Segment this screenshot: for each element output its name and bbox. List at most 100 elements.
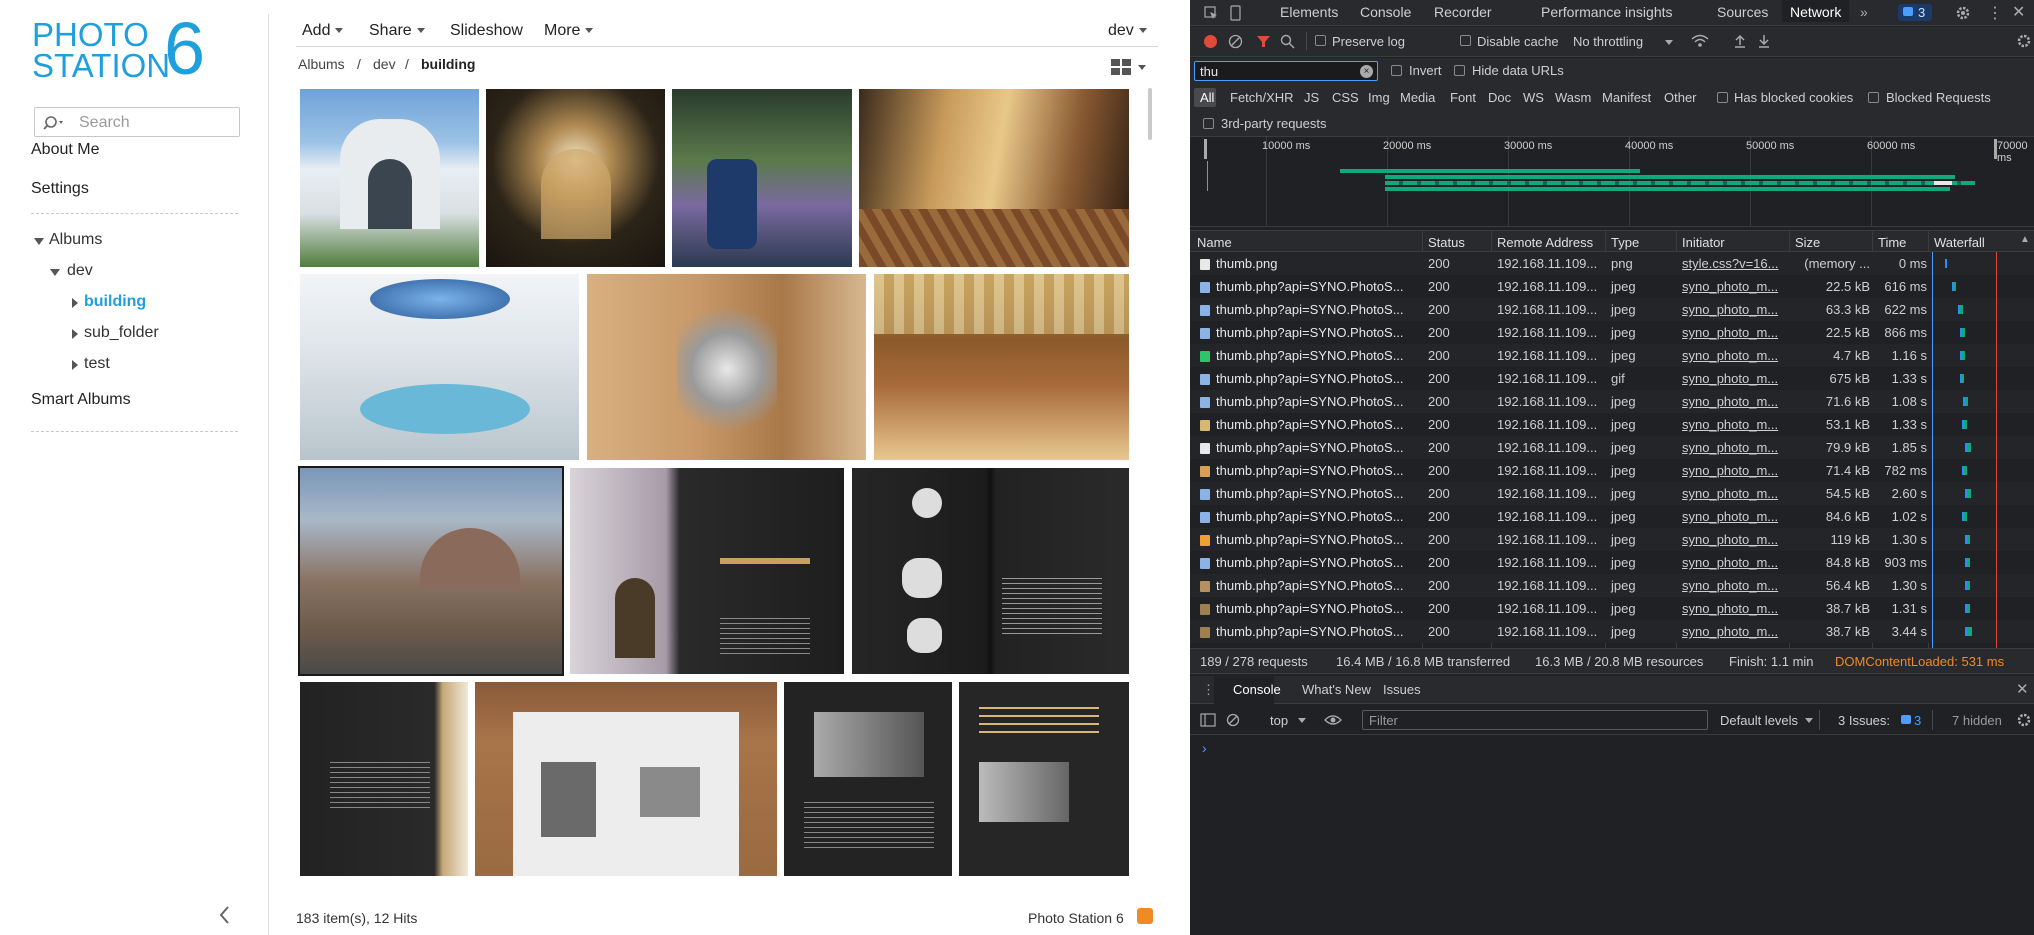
search-icon[interactable] (1280, 34, 1295, 49)
expand-albums-icon[interactable] (34, 238, 44, 245)
request-initiator[interactable]: syno_photo_m... (1682, 578, 1778, 593)
console-settings-icon[interactable] (2016, 712, 2032, 728)
type-filter-ws[interactable]: WS (1523, 90, 1544, 105)
photo-thumbnail[interactable] (874, 274, 1129, 460)
tab-network[interactable]: Network (1782, 0, 1850, 22)
share-menu[interactable]: Share (369, 22, 425, 40)
drawer-tab-issues[interactable]: Issues (1383, 682, 1421, 697)
more-tabs-icon[interactable]: » (1860, 4, 1868, 20)
blocked-requests-checkbox[interactable] (1868, 92, 1879, 103)
request-row[interactable]: thumb.php?api=SYNO.PhotoS... 200 192.168.1… (1190, 459, 2034, 482)
tab-recorder[interactable]: Recorder (1434, 4, 1492, 20)
request-initiator[interactable]: syno_photo_m... (1682, 279, 1778, 294)
network-settings-icon[interactable] (2016, 33, 2032, 49)
tree-item-sub-folder[interactable]: sub_folder (84, 324, 159, 342)
import-icon[interactable] (1733, 33, 1747, 49)
rss-icon[interactable] (1137, 908, 1153, 924)
has-blocked-cookies-checkbox[interactable] (1717, 92, 1728, 103)
request-initiator[interactable]: syno_photo_m... (1682, 440, 1778, 455)
column-type[interactable]: Type (1611, 235, 1639, 250)
request-row[interactable]: thumb.php?api=SYNO.PhotoS... 200 192.168.1… (1190, 390, 2034, 413)
more-menu[interactable]: More (544, 22, 594, 40)
type-filter-wasm[interactable]: Wasm (1555, 90, 1591, 105)
request-initiator[interactable]: syno_photo_m... (1682, 486, 1778, 501)
invert-checkbox[interactable] (1391, 65, 1402, 76)
log-levels-select[interactable]: Default levels (1720, 713, 1798, 728)
tree-item-building[interactable]: building (84, 293, 146, 311)
range-handle-right[interactable] (1994, 139, 1997, 159)
expand-building-icon[interactable] (72, 298, 78, 308)
request-row[interactable]: thumb.php?api=SYNO.PhotoS... 200 192.168.1… (1190, 367, 2034, 390)
preserve-log-checkbox[interactable] (1315, 35, 1326, 46)
photo-thumbnail[interactable] (486, 89, 665, 267)
request-row[interactable]: thumb.php?api=SYNO.PhotoS... 200 192.168.1… (1190, 505, 2034, 528)
type-filter-manifest[interactable]: Manifest (1602, 90, 1651, 105)
photo-thumbnail[interactable] (852, 468, 1129, 674)
photo-thumbnail[interactable] (300, 682, 468, 876)
tree-item-dev[interactable]: dev (67, 262, 93, 280)
sidebar-item-settings[interactable]: Settings (31, 180, 89, 198)
type-filter-all[interactable]: All (1200, 90, 1214, 105)
tab-console[interactable]: Console (1360, 4, 1411, 20)
network-overview-timeline[interactable]: 10000 ms 20000 ms 30000 ms 40000 ms 5000… (1190, 137, 2034, 227)
request-initiator[interactable]: style.css?v=16... (1682, 256, 1778, 271)
sidebar-toggle-icon[interactable] (1200, 713, 1216, 727)
close-drawer-icon[interactable]: ✕ (2016, 680, 2029, 698)
type-filter-fetch-xhr[interactable]: Fetch/XHR (1230, 90, 1294, 105)
photo-thumbnail[interactable] (672, 89, 852, 267)
request-row[interactable]: thumb.php?api=SYNO.PhotoS... 200 192.168.1… (1190, 413, 2034, 436)
eye-icon[interactable] (1324, 713, 1342, 727)
request-row[interactable]: thumb.php?api=SYNO.PhotoS... 200 192.168.1… (1190, 321, 2034, 344)
drawer-tab-console[interactable]: Console (1233, 682, 1281, 697)
type-filter-font[interactable]: Font (1450, 90, 1476, 105)
tree-item-test[interactable]: test (84, 355, 110, 373)
search-input[interactable]: Search (34, 107, 240, 137)
third-party-checkbox[interactable] (1203, 118, 1214, 129)
add-menu[interactable]: Add (302, 22, 344, 40)
request-initiator[interactable]: syno_photo_m... (1682, 302, 1778, 317)
grid-view-icon[interactable] (1111, 58, 1153, 78)
export-icon[interactable] (1757, 33, 1771, 49)
clear-icon[interactable] (1228, 34, 1243, 49)
slideshow-button[interactable]: Slideshow (450, 22, 523, 40)
request-row[interactable]: thumb.php?api=SYNO.PhotoS... 200 192.168.1… (1190, 298, 2034, 321)
issues-badge[interactable]: 3 (1898, 4, 1932, 21)
expand-test-icon[interactable] (72, 360, 78, 370)
request-initiator[interactable]: syno_photo_m... (1682, 555, 1778, 570)
request-row[interactable]: thumb.php?api=SYNO.PhotoS... 200 192.168.1… (1190, 551, 2034, 574)
photo-thumbnail[interactable] (587, 274, 866, 460)
request-row[interactable]: thumb.php?api=SYNO.PhotoS... 200 192.168.1… (1190, 436, 2034, 459)
record-icon[interactable] (1204, 35, 1217, 48)
breadcrumb-albums[interactable]: Albums (298, 56, 345, 72)
request-initiator[interactable]: syno_photo_m... (1682, 371, 1778, 386)
request-row[interactable]: thumb.php?api=SYNO.PhotoS... 200 192.168.1… (1190, 597, 2034, 620)
range-handle-left[interactable] (1204, 139, 1207, 159)
filter-input[interactable]: thu × (1194, 61, 1378, 81)
kebab-menu-icon[interactable]: ⋮ (1987, 3, 2003, 23)
column-size[interactable]: Size (1795, 235, 1820, 250)
request-row[interactable]: thumb.png 200 192.168.11.109... png style.cs… (1190, 252, 2034, 275)
network-conditions-icon[interactable] (1691, 34, 1709, 49)
request-initiator[interactable]: syno_photo_m... (1682, 325, 1778, 340)
photo-thumbnail[interactable] (859, 89, 1129, 267)
request-row[interactable]: thumb.php?api=SYNO.PhotoS... 200 192.168.1… (1190, 574, 2034, 597)
request-row[interactable]: thumb.php?api=SYNO.PhotoS... 200 192.168.1… (1190, 482, 2034, 505)
request-initiator[interactable]: syno_photo_m... (1682, 394, 1778, 409)
request-initiator[interactable]: syno_photo_m... (1682, 532, 1778, 547)
user-menu[interactable]: dev (1108, 22, 1147, 40)
gear-icon[interactable] (1955, 5, 1971, 21)
request-initiator[interactable]: syno_photo_m... (1682, 417, 1778, 432)
request-initiator[interactable]: syno_photo_m... (1682, 601, 1778, 616)
photo-thumbnail[interactable] (570, 468, 844, 674)
column-initiator[interactable]: Initiator (1682, 235, 1725, 250)
issues-summary[interactable]: 3 Issues: (1838, 713, 1890, 728)
photo-thumbnail[interactable] (959, 682, 1129, 876)
request-initiator[interactable]: syno_photo_m... (1682, 463, 1778, 478)
clear-filter-icon[interactable]: × (1360, 65, 1373, 78)
sidebar-item-about-me[interactable]: About Me (31, 141, 99, 159)
context-select[interactable]: top (1270, 713, 1288, 728)
collapse-sidebar-icon[interactable] (218, 905, 232, 925)
tab-performance-insights[interactable]: Performance insights (1541, 4, 1673, 20)
column-time[interactable]: Time (1878, 235, 1906, 250)
device-toolbar-icon[interactable] (1228, 5, 1242, 21)
